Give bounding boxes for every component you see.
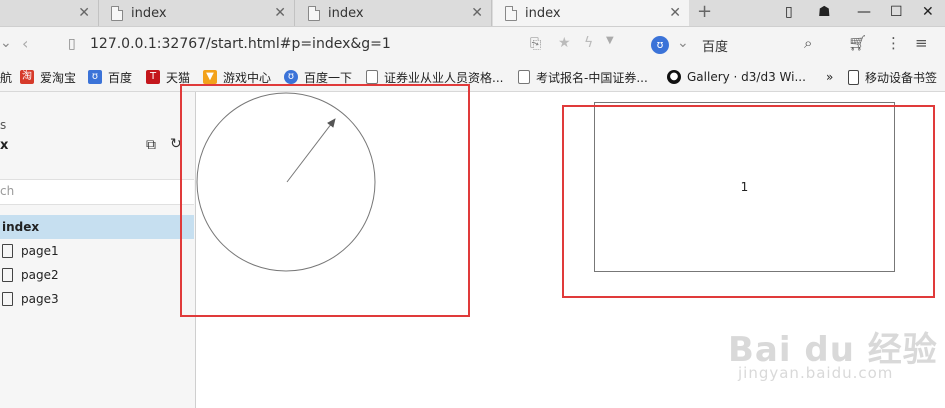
tmall-icon: T (146, 70, 160, 84)
bookmark-label: 天猫 (166, 70, 191, 85)
sidebar-item-label: page1 (21, 244, 59, 258)
translate-icon[interactable]: ⎘ (530, 36, 541, 52)
watermark-site: jingyan.baidu.com (738, 364, 894, 382)
minimize-icon[interactable]: — (857, 4, 871, 20)
game-center-icon: ▼ (203, 70, 217, 84)
mobile-device-icon (848, 69, 859, 85)
sidebar-item-page2[interactable]: page2 (0, 263, 194, 287)
document-icon (505, 5, 517, 21)
tab-label: index (131, 5, 167, 21)
back-arrow-icon[interactable]: ‹ (22, 34, 28, 53)
address-bar: ⌄ ‹ ▯ 127.0.0.1:32767/start.html#p=index… (0, 27, 945, 63)
bookmark-label: 证券业从业人员资格... (384, 70, 504, 85)
tab-index-1[interactable]: index ✕ (99, 0, 295, 26)
tab-label: index (525, 5, 561, 21)
sidebar-title: x (0, 138, 9, 153)
bookmark-label: 游戏中心 (223, 70, 272, 85)
page-icon: ▯ (68, 36, 76, 52)
skin-icon[interactable]: ☗ (818, 4, 831, 20)
sidebar-item-label: index (2, 220, 40, 234)
search-input[interactable]: ch (0, 179, 194, 205)
bookmark-item[interactable]: ʊ 百度 (88, 68, 132, 86)
highlight-box-left (180, 84, 470, 317)
sidebar-item-label: page3 (21, 292, 59, 306)
overflow-chevron-icon: » (826, 70, 834, 84)
chevron-down-icon[interactable]: ⌄ (677, 35, 689, 51)
url-input[interactable]: 127.0.0.1:32767/start.html#p=index&g=1 (90, 36, 391, 52)
page-icon (366, 70, 378, 84)
tab-index-2[interactable]: index ✕ (296, 0, 492, 26)
close-icon[interactable]: ✕ (78, 5, 90, 21)
bookmarks-overflow-button[interactable]: » (826, 68, 833, 86)
new-tab-icon[interactable]: + (697, 1, 712, 22)
bookmark-label: 航 (0, 70, 13, 85)
page-icon (2, 292, 13, 306)
sidebar-item-page1[interactable]: page1 (0, 239, 194, 263)
lightning-icon[interactable]: ϟ (584, 35, 593, 51)
maximize-icon[interactable]: ☐ (890, 4, 903, 20)
close-icon[interactable]: ✕ (274, 5, 286, 21)
sidebar-item-label: page2 (21, 268, 59, 282)
bookmark-label: Gallery · d3/d3 Wi... (687, 70, 806, 84)
bookmark-label: 百度 (108, 70, 133, 85)
sidebar-item-index[interactable]: index (0, 215, 194, 239)
close-icon[interactable]: ✕ (669, 5, 681, 21)
chevron-down-icon[interactable]: ▼ (606, 35, 614, 46)
page-icon (2, 244, 13, 258)
bookmarks-bar: 航 淘 爱淘宝 ʊ 百度 T 天猫 ▼ 游戏中心 ʊ 百度一下 证券业从业人员资… (0, 63, 945, 92)
highlight-box-right (562, 105, 935, 298)
bookmark-item[interactable]: 考试报名-中国证券... (518, 68, 648, 86)
window-close-icon[interactable]: ✕ (922, 4, 934, 20)
document-icon (111, 5, 123, 21)
bookmark-item[interactable]: 移动设备书签 (848, 68, 937, 86)
tab-label: index (328, 5, 364, 21)
bookmark-item[interactable]: 淘 爱淘宝 (20, 68, 76, 86)
document-icon (308, 5, 320, 21)
baidu-paw-icon[interactable]: ʊ (651, 36, 669, 54)
bookmark-label: 移动设备书签 (865, 70, 938, 85)
export-icon[interactable]: ⧉ (146, 137, 156, 153)
page-icon (518, 70, 530, 84)
bookmark-label: 考试报名-中国证券... (536, 70, 648, 85)
taobao-icon: 淘 (20, 70, 34, 84)
sidebar: s x ⧉ ↻ ch index page1 page2 page3 (0, 92, 196, 408)
baidu-icon: ʊ (88, 70, 102, 84)
search-engine-input[interactable]: 百度 (702, 36, 728, 55)
bookmark-label: 百度一下 (304, 70, 353, 85)
tab-index-active[interactable]: index ✕ (493, 0, 689, 26)
baidu-paw-icon: ʊ (284, 70, 298, 84)
kebab-menu-icon[interactable]: ⋮ (886, 34, 901, 52)
dropdown-chevron-icon[interactable]: ⌄ (0, 35, 12, 51)
sidebar-item-page3[interactable]: page3 (0, 287, 194, 311)
cart-icon[interactable]: 🛒︎ (848, 34, 867, 52)
hamburger-menu-icon[interactable]: ≡ (915, 34, 928, 52)
restore-tabs-icon[interactable]: ▯ (785, 4, 793, 20)
bookmark-item[interactable]: 航 (0, 68, 12, 86)
github-icon: ● (667, 70, 681, 84)
sidebar-subtitle: s (0, 118, 7, 132)
favorite-star-icon[interactable]: ★ (558, 35, 571, 51)
close-icon[interactable]: ✕ (471, 5, 483, 21)
search-placeholder: ch (0, 184, 15, 198)
bookmark-label: 爱淘宝 (40, 70, 77, 85)
search-icon[interactable]: ⌕ (804, 34, 812, 52)
tab-strip: ✕ index ✕ index ✕ index ✕ + ▯ ☗ — ☐ ✕ (0, 0, 945, 27)
page-icon (2, 268, 13, 282)
tab-close-left[interactable]: ✕ (0, 0, 99, 26)
bookmark-item[interactable]: ● Gallery · d3/d3 Wi... (667, 68, 806, 86)
